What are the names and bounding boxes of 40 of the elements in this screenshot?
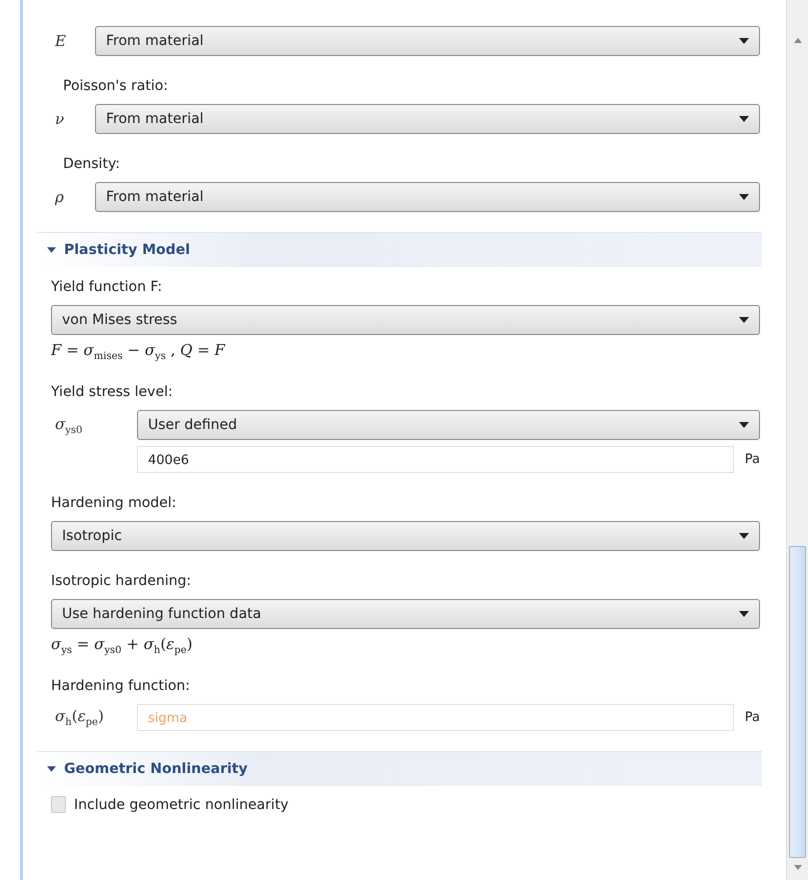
equation: σ$_{ys}$ = σ$_{ys0}$ + σ$_{h}$(ε$_{pe}$): [51, 635, 194, 656]
caret-icon: [739, 194, 749, 200]
field-label: Poisson's ratio:: [62, 78, 170, 94]
expand-icon: [47, 247, 56, 253]
caret-icon: [739, 38, 749, 44]
field-label: Density:: [62, 156, 121, 172]
symbol-label: σ$_{h}$(ε$_{pe}$): [54, 707, 104, 725]
dropdown[interactable]: From material: [95, 104, 760, 134]
caret-icon: [739, 611, 749, 617]
caret-icon: [739, 533, 749, 539]
symbol-label: ρ: [54, 188, 64, 206]
scrollbar-thumb[interactable]: [789, 546, 806, 858]
dropdown[interactable]: Isotropic: [51, 521, 760, 551]
expand-icon: [47, 766, 56, 772]
checkbox[interactable]: [51, 796, 66, 813]
field-label: Isotropic hardening:: [51, 573, 192, 589]
input-field[interactable]: 400e6: [137, 446, 734, 473]
caret-icon: [739, 116, 749, 122]
dropdown[interactable]: User defined: [137, 410, 760, 440]
dropdown[interactable]: von Mises stress: [51, 305, 760, 335]
field-label: Hardening function:: [51, 678, 191, 694]
unit-label: Pa: [744, 452, 760, 467]
scroll-down-icon[interactable]: [792, 864, 802, 872]
symbol-label: E: [54, 32, 66, 50]
unit-label: Pa: [744, 710, 760, 725]
dropdown[interactable]: From material: [95, 182, 760, 212]
section-header[interactable]: Plasticity Model: [37, 232, 762, 267]
field-label: Yield stress level:: [51, 384, 174, 400]
scroll-up-icon[interactable]: [792, 36, 802, 44]
caret-icon: [739, 317, 749, 323]
field-label: Yield function F:: [51, 279, 164, 295]
caret-icon: [739, 422, 749, 428]
field-label: Hardening model:: [51, 495, 178, 511]
checkbox-label: Include geometric nonlinearity: [74, 796, 289, 812]
dropdown[interactable]: From material: [95, 26, 760, 56]
symbol-label: ν: [54, 110, 64, 128]
section-header[interactable]: Geometric Nonlinearity: [37, 751, 762, 786]
equation: F = σ$_{mises}$ − σ$_{ys}$ , Q = F: [51, 341, 226, 362]
scrollbar[interactable]: [786, 0, 808, 880]
dropdown[interactable]: Use hardening function data: [51, 599, 760, 629]
